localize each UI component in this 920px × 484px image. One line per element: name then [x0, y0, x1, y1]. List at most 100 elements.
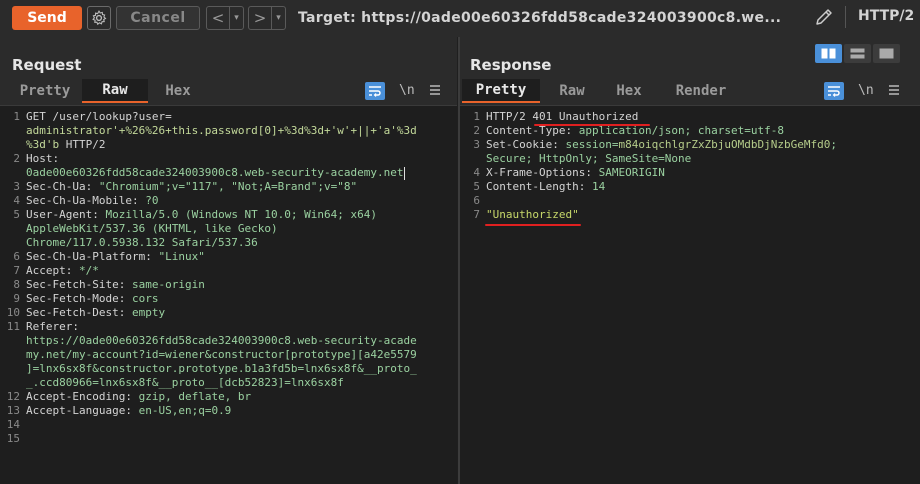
response-line: 6 — [460, 194, 920, 208]
response-editor[interactable]: 1 HTTP/2 401 Unauthorized 2 Content-Type: a… — [460, 105, 920, 484]
line-number: 7 — [13, 264, 20, 277]
request-newline-toggle[interactable]: \n — [399, 83, 415, 98]
request-tabs: Pretty Raw Hex — [8, 79, 208, 103]
line-number: 5 — [473, 180, 480, 193]
response-line-text: m84oiqchlgrZxZbjuOMdbDjNzbGeMfd0 — [618, 138, 831, 151]
edit-target-button[interactable] — [812, 5, 836, 29]
request-line: ]=lnx6sx8f&constructor.prototype.b1a3fd5… — [0, 362, 457, 376]
request-line-text: cors — [131, 292, 159, 305]
response-tab-hex[interactable]: Hex — [604, 79, 654, 103]
line-number: 4 — [13, 194, 20, 207]
layout-toggle-group — [815, 44, 900, 63]
rows-icon — [850, 48, 865, 59]
request-line-text: en-US,en;q=0.9 — [138, 404, 232, 417]
request-line: 4 Sec-Ch-Ua-Mobile: ?0 — [0, 194, 457, 208]
line-number: 13 — [6, 404, 20, 417]
request-line-text: _.ccd80966=lnx6sx8f&__proto__[dcb52823]=… — [26, 376, 344, 389]
request-line: 7 Accept: */* — [0, 264, 457, 278]
response-line-text: Set-Cookie: — [486, 138, 566, 151]
response-line-text: session= — [565, 138, 619, 151]
line-number: 11 — [6, 320, 20, 333]
request-menu-button[interactable] — [429, 81, 441, 100]
cancel-button[interactable]: Cancel — [116, 6, 200, 30]
request-lines: 1 GET /user/lookup?user= administrator'+%2… — [0, 106, 457, 446]
request-tab-pretty[interactable]: Pretty — [8, 79, 82, 103]
request-line-text: */* — [78, 264, 99, 277]
request-line-text: AppleWebKit/537.36 (KHTML, like Gecko) — [26, 222, 278, 235]
request-line: 8 Sec-Fetch-Site: same-origin — [0, 278, 457, 292]
request-line: 14 — [0, 418, 457, 432]
response-line: 3 Set-Cookie: session=m84oiqchlgrZxZbjuOM… — [460, 138, 920, 152]
line-number: 1 — [473, 110, 480, 123]
request-line-text: ?0 — [145, 194, 159, 207]
line-number: 1 — [13, 110, 20, 123]
request-tab-hex[interactable]: Hex — [148, 79, 208, 103]
request-line: 5 User-Agent: Mozilla/5.0 (Windows NT 10.… — [0, 208, 457, 222]
request-line: https://0ade00e60326fdd58cade324003900c8… — [0, 334, 457, 348]
response-line-text: Secure; HttpOnly; SameSite=None — [486, 152, 692, 165]
layout-stacked-button[interactable] — [844, 44, 871, 63]
line-number: 4 — [473, 166, 480, 179]
body-annotation-underline — [485, 224, 581, 226]
wrap-lines-icon — [369, 85, 381, 97]
request-wrap-toggle[interactable] — [365, 81, 385, 100]
request-line-text: User-Agent: — [26, 208, 106, 221]
request-line-text: Sec-Fetch-Site: — [26, 278, 132, 291]
target-url[interactable]: Target: https://0ade00e60326fdd58cade324… — [298, 10, 781, 26]
main-toolbar: Send Cancel < ▾ > ▾ Target: https://0ade… — [0, 0, 920, 36]
request-line-text: Sec-Ch-Ua-Mobile: — [26, 194, 146, 207]
layout-side-by-side-button[interactable] — [815, 44, 842, 63]
response-line: 1 HTTP/2 401 Unauthorized — [460, 110, 920, 124]
http-version-toggle[interactable]: HTTP/2 — [858, 8, 914, 24]
forward-history-dropdown[interactable]: ▾ — [271, 7, 285, 29]
request-line-text: Sec-Fetch-Dest: — [26, 306, 132, 319]
layout-tabs-button[interactable] — [873, 44, 900, 63]
request-line-text: Accept-Language: — [26, 404, 139, 417]
line-number: 9 — [13, 292, 20, 305]
back-history-dropdown[interactable]: ▾ — [229, 7, 243, 29]
request-line: 6 Sec-Ch-Ua-Platform: "Linux" — [0, 250, 457, 264]
request-line-text: "Linux" — [158, 250, 205, 263]
response-line-text: 14 — [591, 180, 606, 193]
response-line-text: HTTP/2 — [486, 110, 533, 123]
settings-button[interactable] — [87, 6, 111, 30]
request-line-text: ]=lnx6sx8f&constructor.prototype.b1a3fd5… — [26, 362, 417, 375]
request-line-text: Chrome/117.0.5938.132 Safari/537.36 — [26, 236, 258, 249]
line-number: 12 — [6, 390, 20, 403]
request-line: %3d'b HTTP/2 — [0, 138, 457, 152]
columns-icon — [821, 48, 836, 59]
forward-nav: > ▾ — [248, 6, 286, 30]
response-line: 5 Content-Length: 14 — [460, 180, 920, 194]
request-tab-raw[interactable]: Raw — [82, 79, 148, 103]
send-button[interactable]: Send — [12, 6, 82, 30]
request-panel: Request Pretty Raw Hex \n 1 GET /user/loo… — [0, 37, 457, 484]
request-line: my.net/my-account?id=wiener&constructor[… — [0, 348, 457, 362]
response-menu-button[interactable] — [888, 81, 900, 100]
response-line-text: SAMEORIGIN — [598, 166, 665, 179]
request-line-text: https://0ade00e60326fdd58cade324003900c8… — [26, 334, 417, 347]
response-line: 7 "Unauthorized" — [460, 208, 920, 222]
response-newline-toggle[interactable]: \n — [858, 83, 874, 98]
response-tab-pretty[interactable]: Pretty — [462, 79, 540, 103]
response-wrap-toggle[interactable] — [824, 81, 844, 100]
line-number: 7 — [473, 208, 480, 221]
status-annotation-underline — [534, 124, 650, 126]
request-line-text: 0ade00e60326fdd58cade324003900c8.web-sec… — [26, 166, 404, 179]
request-line: _.ccd80966=lnx6sx8f&__proto__[dcb52823]=… — [0, 376, 457, 390]
response-lines: 1 HTTP/2 401 Unauthorized 2 Content-Type: a… — [460, 106, 920, 222]
forward-button[interactable]: > — [249, 7, 271, 29]
response-line: 4 X-Frame-Options: SAMEORIGIN — [460, 166, 920, 180]
line-number: 6 — [473, 194, 480, 207]
request-line: administrator'+%26%26+this.password[0]+%… — [0, 124, 457, 138]
request-editor[interactable]: 1 GET /user/lookup?user= administrator'+%2… — [0, 105, 457, 484]
response-line-text: Content-Length: — [486, 180, 592, 193]
request-title: Request — [12, 56, 82, 74]
response-tab-raw[interactable]: Raw — [540, 79, 604, 103]
text-caret — [403, 166, 405, 180]
request-line: 12 Accept-Encoding: gzip, deflate, br — [0, 390, 457, 404]
request-line: Chrome/117.0.5938.132 Safari/537.36 — [0, 236, 457, 250]
line-number: 6 — [13, 250, 20, 263]
response-tab-render[interactable]: Render — [654, 79, 748, 103]
back-button[interactable]: < — [207, 7, 229, 29]
response-line-text: ; — [830, 138, 838, 151]
